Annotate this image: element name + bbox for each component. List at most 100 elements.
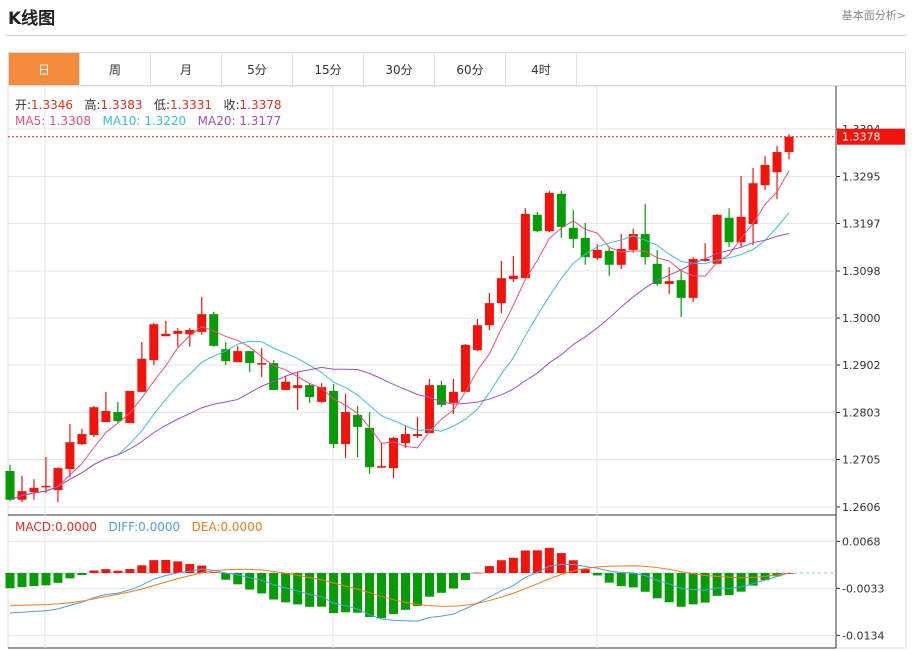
candle-body xyxy=(676,280,686,298)
candle-body xyxy=(65,442,75,470)
macd-bar xyxy=(436,573,446,593)
candle-body xyxy=(233,351,243,363)
candle-body xyxy=(89,407,99,436)
candle xyxy=(101,391,111,423)
candle-body xyxy=(640,234,650,258)
macd-bar xyxy=(652,573,662,599)
macd-bar xyxy=(389,573,399,615)
candle-body xyxy=(496,278,506,304)
high-label: 高: xyxy=(84,98,101,112)
candle-body xyxy=(760,165,770,186)
macd-bar xyxy=(17,573,27,588)
ma20-value: MA20: 1.3177 xyxy=(197,114,282,128)
candle xyxy=(377,443,387,469)
candle-body xyxy=(137,358,147,392)
macd-bar xyxy=(401,573,411,610)
macd-bar xyxy=(604,573,614,583)
candle-body xyxy=(317,387,327,402)
candle xyxy=(77,428,87,446)
macd-bar xyxy=(293,573,303,605)
candle xyxy=(209,311,219,347)
candle xyxy=(161,320,171,337)
candle-body xyxy=(592,249,602,259)
ohlc-info: 开:1.3346 高:1.3383 低:1.3331 收:1.3378 xyxy=(15,96,282,113)
candle-body xyxy=(341,412,351,445)
macd-bar xyxy=(65,573,75,579)
macd-bar xyxy=(448,573,458,589)
macd-bar xyxy=(424,573,434,597)
macd-bar xyxy=(484,566,494,573)
candle-body xyxy=(568,227,578,239)
macd-bar xyxy=(472,572,482,574)
price-tick-label: 1.3098 xyxy=(842,265,881,278)
macd-bar xyxy=(616,573,626,587)
macd-bar xyxy=(161,559,171,573)
candle xyxy=(305,383,315,403)
macd-bar xyxy=(544,547,554,573)
candle-body xyxy=(149,324,159,361)
candle xyxy=(329,384,339,448)
candle-body xyxy=(772,152,782,173)
candle xyxy=(460,343,470,392)
candle-body xyxy=(161,333,171,337)
macd-bar xyxy=(724,573,734,596)
macd-bar xyxy=(628,573,638,588)
low-value: 1.3331 xyxy=(170,98,213,112)
candle xyxy=(233,345,243,363)
macd-bar xyxy=(580,569,590,573)
macd-value: MACD:0.0000 xyxy=(15,520,98,534)
candle xyxy=(628,228,638,253)
candle xyxy=(317,383,327,403)
candle-body xyxy=(293,385,303,389)
candle xyxy=(508,256,518,283)
candle xyxy=(365,412,375,474)
macd-bar xyxy=(101,569,111,573)
macd-bar xyxy=(520,550,530,573)
candle xyxy=(484,293,494,330)
candle-body xyxy=(245,351,255,364)
candle-body xyxy=(101,411,111,423)
macd-bar xyxy=(736,573,746,592)
candle xyxy=(65,423,75,478)
dea-value: DEA:0.0000 xyxy=(191,520,263,534)
price-tick-label: 1.3295 xyxy=(842,171,881,184)
candle xyxy=(412,416,422,438)
macd-bar xyxy=(209,572,219,574)
price-tick-label: 1.3197 xyxy=(842,218,881,231)
price-tick-label: 1.2705 xyxy=(842,453,881,466)
high-value: 1.3383 xyxy=(100,98,143,112)
macd-bar xyxy=(29,573,39,587)
close-value: 1.3378 xyxy=(239,98,282,112)
price-tick-label: 1.2902 xyxy=(842,359,881,372)
macd-bar xyxy=(353,573,363,613)
candle-body xyxy=(556,193,566,227)
macd-bar xyxy=(89,570,99,573)
macd-bar xyxy=(113,570,123,573)
candle-body xyxy=(412,434,422,436)
candle xyxy=(472,318,482,352)
candle-body xyxy=(377,466,387,468)
candle xyxy=(712,213,722,264)
macd-bar xyxy=(365,573,375,617)
macd-bar xyxy=(496,560,506,573)
macd-bar xyxy=(664,573,674,603)
candle xyxy=(29,479,39,500)
candle-body xyxy=(5,470,15,500)
current-price-label: 1.3378 xyxy=(842,131,881,144)
macd-bar xyxy=(41,573,51,586)
candle xyxy=(41,457,51,494)
candle xyxy=(89,405,99,437)
candle xyxy=(221,341,231,366)
candle xyxy=(784,134,794,160)
candle-body xyxy=(424,385,434,434)
candle xyxy=(137,341,147,392)
candle-body xyxy=(460,344,470,392)
candle xyxy=(17,475,27,503)
candle-body xyxy=(173,330,183,334)
candle xyxy=(436,380,446,408)
candle xyxy=(544,190,554,233)
macd-bar xyxy=(125,569,135,573)
macd-bar xyxy=(137,565,147,573)
candle-body xyxy=(664,281,674,284)
ma5-value: MA5: 1.3308 xyxy=(15,114,92,128)
